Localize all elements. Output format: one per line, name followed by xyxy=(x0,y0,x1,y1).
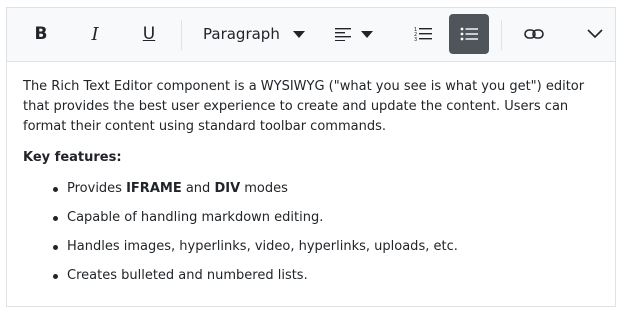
toolbar-separator xyxy=(181,20,182,50)
bullet-icon xyxy=(53,245,58,250)
numbered-list-button[interactable]: 1 2 3 xyxy=(403,14,443,54)
bold-button[interactable]: B xyxy=(21,14,61,54)
editor-content[interactable]: The Rich Text Editor component is a WYSI… xyxy=(7,62,615,295)
block-format-value: Paragraph xyxy=(203,25,280,43)
chevron-down-icon xyxy=(361,30,373,38)
underline-icon: U xyxy=(142,24,156,44)
list-item: Capable of handling markdown editing. xyxy=(51,208,599,237)
bulleted-list-icon xyxy=(460,27,478,41)
more-options-button[interactable] xyxy=(575,14,615,54)
list-item-text: modes xyxy=(240,181,288,196)
chevron-down-icon xyxy=(293,30,305,38)
rich-text-editor: B I U Paragraph 1 2 3 The Rich Text Edit… xyxy=(6,7,616,307)
svg-text:3: 3 xyxy=(414,37,417,42)
features-heading: Key features: xyxy=(23,150,122,165)
list-item: Creates bulleted and numbered lists. xyxy=(51,266,599,295)
bulleted-list-button[interactable] xyxy=(449,14,489,54)
underline-button[interactable]: U xyxy=(129,14,169,54)
italic-icon: I xyxy=(91,23,99,45)
list-item: Provides IFRAME and DIV modes xyxy=(51,179,599,208)
list-item: Handles images, hyperlinks, video, hyper… xyxy=(51,237,599,266)
italic-button[interactable]: I xyxy=(75,14,115,54)
numbered-list-icon: 1 2 3 xyxy=(414,27,432,42)
list-item-bold-text: DIV xyxy=(214,181,241,196)
list-item-text: Creates bulleted and numbered lists. xyxy=(67,268,308,283)
list-item-text: Handles images, hyperlinks, video, hyper… xyxy=(67,239,458,254)
bullet-icon xyxy=(53,187,58,192)
list-item-text: Provides xyxy=(67,181,127,196)
insert-link-button[interactable] xyxy=(514,14,554,54)
link-icon xyxy=(524,29,544,39)
chevron-down-icon xyxy=(587,29,603,39)
list-item-text: Capable of handling markdown editing. xyxy=(67,210,324,225)
bullet-icon xyxy=(53,274,58,279)
block-format-dropdown[interactable]: Paragraph xyxy=(195,14,313,54)
align-left-icon xyxy=(335,28,351,41)
bold-icon: B xyxy=(34,24,48,44)
list-item-text: and xyxy=(181,181,215,196)
intro-paragraph: The Rich Text Editor component is a WYSI… xyxy=(23,79,585,134)
features-list: Provides IFRAME and DIV modes Capable of… xyxy=(23,179,599,295)
editor-toolbar: B I U Paragraph 1 2 3 xyxy=(7,8,615,62)
toolbar-separator xyxy=(501,20,502,50)
bullet-icon xyxy=(53,216,58,221)
list-item-bold-text: IFRAME xyxy=(126,181,182,196)
alignment-dropdown[interactable] xyxy=(329,14,379,54)
